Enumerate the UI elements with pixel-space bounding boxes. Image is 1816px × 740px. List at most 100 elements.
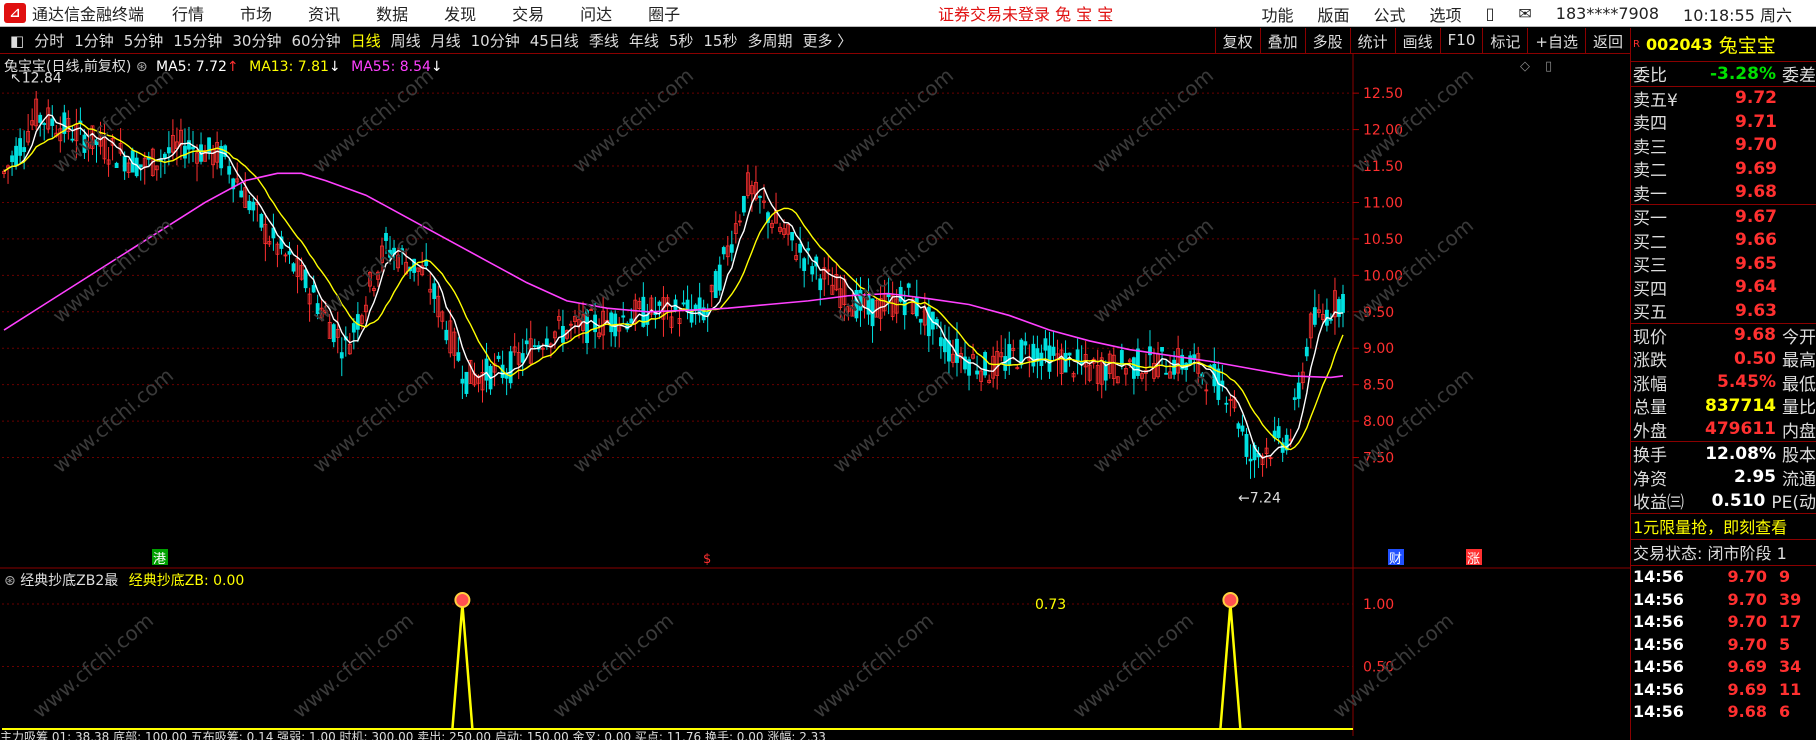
kline-chart[interactable]: 12.50 12.00 11.50 11.00 10.50 10.00 9.50 9.00 8.… bbox=[0, 54, 1630, 569]
tab-60min[interactable]: 60分钟 bbox=[291, 30, 340, 51]
stock-code[interactable]: 002043 bbox=[1646, 35, 1713, 54]
tick-row[interactable]: 14:56 9.70 9 bbox=[1631, 566, 1816, 589]
phone-icon[interactable]: ▯ bbox=[1486, 4, 1495, 23]
stats-row[interactable]: 涨跌 0.50 最高 bbox=[1631, 347, 1816, 372]
tab-monthly[interactable]: 月线 bbox=[431, 30, 461, 51]
menu-data[interactable]: 数据 bbox=[376, 1, 408, 25]
stats2-extra: 股本 bbox=[1782, 446, 1816, 467]
tick-row[interactable]: 14:56 9.70 17 bbox=[1631, 611, 1816, 634]
tab-intraday[interactable]: 分时 bbox=[34, 30, 64, 51]
stats-row[interactable]: 总量 837714 量比 bbox=[1631, 394, 1816, 419]
sells-row[interactable]: 卖一 9.68 bbox=[1631, 181, 1816, 205]
marker-label: 财 bbox=[1389, 552, 1402, 567]
settings-icon[interactable]: ⊛ bbox=[136, 59, 148, 75]
menu-layout[interactable]: 版面 bbox=[1318, 2, 1350, 26]
buys-row[interactable]: 买一 9.67 bbox=[1631, 205, 1816, 230]
tool-back[interactable]: 返回 bbox=[1584, 28, 1630, 54]
candle-body bbox=[810, 266, 815, 275]
tab-yearly[interactable]: 年线 bbox=[629, 30, 659, 51]
stock-name[interactable]: 兔宝宝 bbox=[1719, 31, 1776, 58]
sells-row[interactable]: 卖五¥ 9.72 bbox=[1631, 87, 1816, 111]
candle-body bbox=[183, 145, 187, 159]
indicator-svg[interactable]: 1.000.500.73www.cfchi.com www.cfchi.com ww… bbox=[0, 569, 1630, 736]
buys-row[interactable]: 买五 9.63 bbox=[1631, 299, 1816, 324]
watermark: www.cfchi.com bbox=[308, 363, 438, 478]
settings-icon[interactable]: ⊛ bbox=[4, 573, 16, 589]
tick-row[interactable]: 14:56 9.70 5 bbox=[1631, 633, 1816, 656]
tick-row[interactable]: 14:56 9.69 34 bbox=[1631, 656, 1816, 679]
tab-quarterly[interactable]: 季线 bbox=[589, 30, 619, 51]
menu-circle[interactable]: 圈子 bbox=[648, 1, 680, 25]
tool-overlay[interactable]: 叠加 bbox=[1259, 28, 1305, 54]
menu-news[interactable]: 资讯 bbox=[308, 1, 340, 25]
buys-row[interactable]: 买二 9.66 bbox=[1631, 229, 1816, 253]
buys-row[interactable]: 买四 9.64 bbox=[1631, 276, 1816, 300]
sells-row[interactable]: 卖二 9.69 bbox=[1631, 157, 1816, 182]
sells-row[interactable]: 卖三 9.70 bbox=[1631, 134, 1816, 158]
tab-1min[interactable]: 1分钟 bbox=[74, 30, 114, 51]
menu-discover[interactable]: 发现 bbox=[444, 1, 476, 25]
stats-row[interactable]: 涨幅 5.45% 最低 bbox=[1631, 371, 1816, 395]
tab-45day[interactable]: 45日线 bbox=[530, 30, 579, 51]
login-warning[interactable]: 证券交易未登录 兔 宝 宝 bbox=[938, 1, 1113, 25]
menu-function[interactable]: 功能 bbox=[1262, 2, 1294, 26]
tab-multi-period[interactable]: 多周期 bbox=[747, 30, 792, 51]
tab-10min[interactable]: 10分钟 bbox=[471, 30, 520, 51]
menu-market[interactable]: 市场 bbox=[240, 1, 272, 25]
menu-ask[interactable]: 问达 bbox=[580, 1, 612, 25]
user-account[interactable]: 183****7908 bbox=[1556, 4, 1659, 23]
sub-chart-title[interactable]: 经典抄底ZB2最 bbox=[20, 573, 118, 589]
tool-stats[interactable]: 统计 bbox=[1349, 28, 1395, 54]
r-badge-icon: R bbox=[1633, 39, 1640, 50]
candle-body bbox=[657, 301, 662, 306]
buys-row[interactable]: 买三 9.65 bbox=[1631, 252, 1816, 277]
tab-15min[interactable]: 15分钟 bbox=[173, 30, 222, 51]
toolbar-toggle-icon[interactable]: ◧ bbox=[10, 32, 24, 50]
tick-row[interactable]: 14:56 9.68 6 bbox=[1631, 701, 1816, 724]
tab-weekly[interactable]: 周线 bbox=[391, 30, 421, 51]
stats2-row[interactable]: 换手 12.08% 股本 bbox=[1631, 442, 1816, 467]
tab-5min[interactable]: 5分钟 bbox=[124, 30, 164, 51]
tool-mark[interactable]: 标记 bbox=[1482, 28, 1527, 54]
tool-f10[interactable]: F10 bbox=[1439, 28, 1483, 54]
buys-label: 买二 bbox=[1633, 232, 1667, 253]
candle-body bbox=[975, 370, 979, 375]
tick-list[interactable]: 14:56 9.70 9 14:56 9.70 39 14:56 9.70 17… bbox=[1631, 566, 1816, 724]
tool-adjust[interactable]: 复权 bbox=[1214, 28, 1260, 54]
tick-row[interactable]: 14:56 9.70 39 bbox=[1631, 588, 1816, 611]
promo-notice[interactable]: 1元限量抢，即刻查看 bbox=[1631, 514, 1816, 539]
mail-icon[interactable]: ✉ bbox=[1518, 4, 1531, 23]
tab-5sec[interactable]: 5秒 bbox=[669, 30, 694, 51]
weibi-row: 委比 -3.28% 委差 bbox=[1631, 62, 1816, 87]
menu-quotes[interactable]: 行情 bbox=[172, 1, 204, 25]
indicator-chart[interactable]: 1.00 0.50 0.73 www.cfchi.com www.cfchi.com ww… bbox=[0, 569, 1630, 736]
tool-multi-stock[interactable]: 多股 bbox=[1304, 28, 1350, 54]
stats-value: 0.50 bbox=[1734, 348, 1776, 369]
kline-svg[interactable]: 12.5012.0011.5011.0010.5010.009.509.008.… bbox=[0, 54, 1630, 569]
tab-30min[interactable]: 30分钟 bbox=[232, 30, 281, 51]
candle-body bbox=[532, 345, 537, 348]
tab-15sec[interactable]: 15秒 bbox=[703, 30, 737, 51]
sells-row[interactable]: 卖四 9.71 bbox=[1631, 110, 1816, 135]
stats2-row[interactable]: 收益㈢ 0.510 PE(动 bbox=[1631, 489, 1816, 514]
stats-label: 涨跌 bbox=[1633, 351, 1667, 372]
candle-body bbox=[1136, 348, 1140, 376]
marker-label: $ bbox=[703, 552, 711, 567]
candle-body bbox=[1007, 344, 1012, 366]
tool-draw[interactable]: 画线 bbox=[1394, 28, 1440, 54]
stats-row[interactable]: 外盘 479611 内盘 bbox=[1631, 418, 1816, 442]
candle-body bbox=[721, 247, 726, 255]
menu-trade[interactable]: 交易 bbox=[512, 1, 544, 25]
menu-formula[interactable]: 公式 bbox=[1374, 2, 1406, 26]
stats2-row[interactable]: 净资 2.95 流通 bbox=[1631, 466, 1816, 490]
stats-row[interactable]: 现价 9.68 今开 bbox=[1631, 324, 1816, 348]
tick-volume: 5 bbox=[1779, 634, 1791, 654]
up-arrow-icon: ↑ bbox=[226, 59, 239, 75]
tab-daily[interactable]: 日线 bbox=[351, 30, 381, 51]
tick-row[interactable]: 14:56 9.69 11 bbox=[1631, 678, 1816, 701]
tick-price: 9.70 bbox=[1727, 634, 1767, 654]
menu-options[interactable]: 选项 bbox=[1430, 2, 1462, 26]
tab-more[interactable]: 更多 〉 bbox=[803, 30, 853, 51]
tool-add-watchlist[interactable]: +自选 bbox=[1527, 28, 1585, 54]
watermark: www.cfchi.com bbox=[568, 363, 698, 478]
